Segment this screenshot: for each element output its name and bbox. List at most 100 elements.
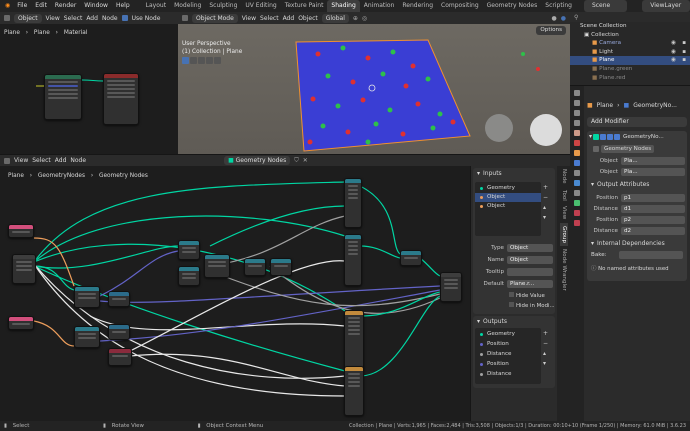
socket-type-select[interactable]: Object bbox=[507, 244, 553, 252]
set-position-node[interactable] bbox=[178, 240, 200, 260]
shader-menu-node[interactable]: Node bbox=[102, 15, 118, 22]
snap-icon[interactable]: ⊕ bbox=[353, 15, 358, 22]
modifier-object-field[interactable]: Pla... bbox=[621, 157, 685, 165]
shader-menu-view[interactable]: View bbox=[46, 15, 60, 22]
visibility-eye-icon[interactable]: ◉ bbox=[671, 48, 676, 57]
render-toggle-icon[interactable] bbox=[614, 133, 621, 140]
math-node[interactable] bbox=[108, 291, 130, 307]
shader-menu-select[interactable]: Select bbox=[64, 15, 83, 22]
group-input-node[interactable] bbox=[12, 254, 36, 284]
viewport-menu-object[interactable]: Object bbox=[298, 15, 318, 22]
outliner-row-plane[interactable]: ■ Plane ◉ ▪ bbox=[570, 56, 690, 65]
add-socket-button[interactable]: + bbox=[543, 184, 548, 191]
output-tab-icon[interactable] bbox=[574, 110, 580, 116]
fake-user-icon[interactable]: ⛉ bbox=[294, 157, 299, 165]
position-node[interactable] bbox=[108, 348, 132, 366]
sidebar-tab-tool[interactable]: Tool bbox=[560, 187, 568, 204]
input-socket-item[interactable]: Object bbox=[475, 202, 541, 211]
remove-socket-button[interactable]: − bbox=[543, 194, 548, 201]
socket-default-field[interactable]: Plane.r... bbox=[507, 280, 553, 288]
output-attr-field[interactable]: d2 bbox=[621, 227, 685, 235]
material-tab-icon[interactable] bbox=[574, 210, 580, 216]
input-socket-item[interactable]: Geometry bbox=[475, 184, 541, 193]
viewport-type-icon[interactable] bbox=[182, 15, 188, 21]
remove-socket-button[interactable]: − bbox=[543, 340, 548, 347]
scene-tab-icon[interactable] bbox=[574, 130, 580, 136]
select-mode-icon[interactable] bbox=[198, 57, 205, 64]
distribute-points-node[interactable] bbox=[178, 266, 200, 286]
shading-material-icon[interactable]: ● bbox=[561, 15, 566, 22]
workspace-tab[interactable]: Sculpting bbox=[205, 0, 241, 12]
workspace-tab[interactable]: Layout bbox=[142, 0, 170, 12]
output-attr-field[interactable]: p2 bbox=[621, 216, 685, 224]
use-nodes-checkbox[interactable] bbox=[121, 15, 128, 21]
instance-on-points-node[interactable] bbox=[204, 254, 230, 278]
proportional-icon[interactable]: ◎ bbox=[362, 15, 367, 22]
select-mode-icon[interactable] bbox=[190, 57, 197, 64]
modifier-object-field[interactable]: Pla... bbox=[621, 168, 685, 176]
tool-tab-icon[interactable] bbox=[574, 90, 580, 96]
menu-help[interactable]: Help bbox=[112, 0, 134, 12]
sidebar-tab-view[interactable]: View bbox=[560, 203, 568, 222]
blender-logo-icon[interactable]: ◉ bbox=[0, 0, 13, 12]
viewport-menu-select[interactable]: Select bbox=[260, 15, 279, 22]
menu-edit[interactable]: Edit bbox=[31, 0, 51, 12]
hide-in-modifier-checkbox-row[interactable]: Hide in Modi... bbox=[509, 302, 555, 309]
hide-in-modifier-checkbox[interactable] bbox=[509, 302, 514, 307]
render-tab-icon[interactable] bbox=[574, 100, 580, 106]
workspace-tab[interactable]: Compositing bbox=[437, 0, 483, 12]
output-socket-item[interactable]: Distance bbox=[475, 349, 541, 359]
set-material-node[interactable] bbox=[344, 234, 362, 286]
bake-field[interactable] bbox=[619, 251, 683, 259]
viewport-toggle-icon[interactable] bbox=[607, 133, 614, 140]
store-attribute-node[interactable] bbox=[344, 366, 364, 416]
math-node[interactable] bbox=[108, 324, 130, 340]
select-mode-icon[interactable] bbox=[214, 57, 221, 64]
outliner-row-plane-red[interactable]: ■ Plane.red bbox=[570, 74, 690, 83]
internal-dependencies-subpanel[interactable]: ▾ Internal Dependencies bbox=[587, 238, 669, 248]
modifier-tab-icon[interactable] bbox=[574, 160, 580, 166]
store-attribute-node[interactable] bbox=[344, 310, 364, 370]
viewport-3d[interactable]: User Perspective (1) Collection | Plane … bbox=[178, 24, 570, 154]
select-mode-icon[interactable] bbox=[206, 57, 213, 64]
node-tree-selector[interactable]: ■ Geometry Nodes bbox=[224, 156, 291, 165]
output-attributes-subpanel[interactable]: ▾ Output Attributes bbox=[587, 179, 653, 189]
workspace-tab[interactable]: Modeling bbox=[170, 0, 205, 12]
add-socket-button[interactable]: + bbox=[543, 330, 548, 337]
group-output-node[interactable] bbox=[440, 272, 462, 302]
output-socket-item[interactable]: Geometry bbox=[475, 329, 541, 339]
viewport-menu-view[interactable]: View bbox=[242, 15, 256, 22]
editor-type-icon[interactable] bbox=[4, 157, 10, 164]
node-group-field[interactable]: Geometry Nodes bbox=[601, 145, 655, 153]
render-camera-icon[interactable]: ▪ bbox=[682, 56, 686, 65]
output-socket-item[interactable]: Position bbox=[475, 339, 541, 349]
sidebar-tab-node-wrangler[interactable]: Node Wrangler bbox=[560, 246, 568, 294]
add-modifier-button[interactable]: Add Modifier bbox=[587, 117, 687, 127]
outputs-panel-title[interactable]: ▾ Outputs bbox=[473, 316, 555, 326]
physics-tab-icon[interactable] bbox=[574, 180, 580, 186]
geometry-proximity-node[interactable] bbox=[74, 286, 100, 308]
workspace-tab[interactable]: Geometry Nodes bbox=[483, 0, 542, 12]
move-up-button[interactable]: ▴ bbox=[543, 350, 548, 357]
object-mode-select[interactable]: Object Mode bbox=[192, 13, 238, 23]
output-socket-item[interactable]: Distance bbox=[475, 369, 541, 379]
menu-window[interactable]: Window bbox=[80, 0, 112, 12]
constraints-tab-icon[interactable] bbox=[574, 190, 580, 196]
output-socket-item[interactable]: Position bbox=[475, 359, 541, 369]
editor-type-icon[interactable] bbox=[4, 15, 10, 21]
shader-menu-add[interactable]: Add bbox=[86, 15, 98, 22]
data-tab-icon[interactable] bbox=[574, 200, 580, 206]
viewport-options-button[interactable]: Options bbox=[536, 26, 566, 35]
render-camera-icon[interactable]: ▪ bbox=[682, 48, 686, 57]
hide-value-checkbox[interactable] bbox=[509, 292, 514, 297]
edit-mode-toggle-icon[interactable] bbox=[600, 133, 607, 140]
set-material-node[interactable] bbox=[344, 178, 362, 228]
collapse-arrow-icon[interactable]: ▾ bbox=[589, 133, 592, 140]
plane-mesh[interactable] bbox=[178, 24, 570, 154]
world-tab-icon[interactable] bbox=[574, 140, 580, 146]
outliner-row-camera[interactable]: ■ Camera ◉ ▪ bbox=[570, 39, 690, 48]
modifier-name-field[interactable]: GeometryNo... bbox=[623, 134, 664, 140]
workspace-tab[interactable]: UV Editing bbox=[241, 0, 280, 12]
geo-node-canvas[interactable]: Plane › GeometryNodes › Geometry Nodes bbox=[0, 166, 470, 421]
outliner-row-plane-green[interactable]: ■ Plane.green bbox=[570, 65, 690, 74]
